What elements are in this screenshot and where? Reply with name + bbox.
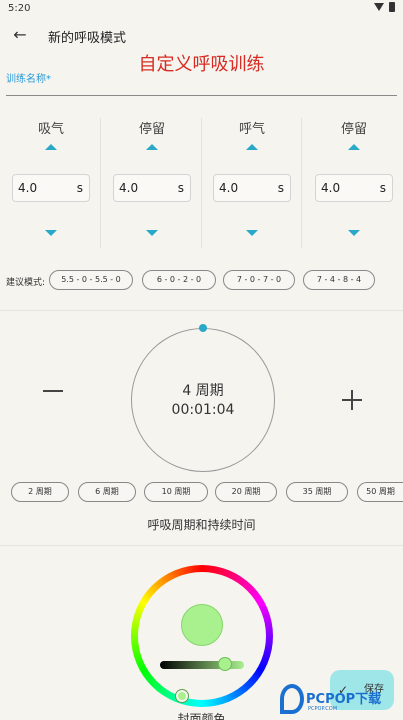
status-icons [374, 2, 395, 12]
phase-value: 4.0 [119, 181, 139, 195]
decrease-arrow-icon[interactable] [348, 230, 360, 236]
phase-label: 吸气 [37, 122, 64, 137]
watermark-brand: PCPOP下载 [306, 692, 382, 707]
watermark-sub: PCPOP.COM [308, 706, 338, 712]
divider [201, 118, 202, 248]
overlay-title: 自定义呼吸训练 [138, 54, 265, 75]
decrease-arrow-icon[interactable] [246, 230, 258, 236]
page-title: 新的呼吸模式 [48, 31, 127, 46]
suggested-mode-button[interactable]: 7 - 0 - 7 - 0 [223, 270, 295, 290]
phase-value: 4.0 [321, 181, 341, 195]
phase-hold-in: 停留 4.0 s [107, 114, 197, 254]
phase-duration-input[interactable]: 4.0 s [315, 174, 393, 202]
cycle-preset-button[interactable]: 6 周期 [78, 482, 136, 502]
total-duration: 00:01:04 [171, 402, 235, 418]
color-wheel-thumb[interactable] [176, 690, 188, 702]
minus-icon[interactable] [43, 390, 63, 392]
decrease-arrow-icon[interactable] [146, 230, 158, 236]
cycle-preset-button[interactable]: 20 周期 [215, 482, 277, 502]
cycle-preset-button[interactable]: 2 周期 [11, 482, 69, 502]
phase-label: 呼气 [238, 122, 265, 137]
phase-label: 停留 [340, 122, 367, 137]
phase-hold-out: 停留 4.0 s [309, 114, 399, 254]
phase-unit: s [76, 181, 83, 195]
wifi-icon [374, 3, 384, 11]
battery-icon [389, 2, 395, 12]
suggested-mode-button[interactable]: 6 - 0 - 2 - 0 [142, 270, 216, 290]
phase-value: 4.0 [18, 181, 38, 195]
suggested-mode-button[interactable]: 5.5 - 0 - 5.5 - 0 [49, 270, 133, 290]
phase-value: 4.0 [219, 181, 239, 195]
phase-unit: s [177, 181, 184, 195]
training-name-input[interactable] [6, 95, 397, 96]
phase-inhale: 吸气 4.0 s [6, 114, 96, 254]
cycle-preset-button[interactable]: 50 周期 [357, 482, 403, 502]
phase-duration-input[interactable]: 4.0 s [113, 174, 191, 202]
divider [100, 118, 101, 248]
phase-unit: s [277, 181, 284, 195]
app-bar: ← 新的呼吸模式 [0, 18, 403, 54]
status-bar: 5:20 [0, 0, 403, 18]
dial-handle[interactable] [199, 324, 207, 332]
decrease-arrow-icon[interactable] [45, 230, 57, 236]
section-divider [0, 545, 403, 546]
phase-unit: s [379, 181, 386, 195]
back-arrow-icon[interactable]: ← [10, 25, 30, 45]
watermark: PCPOP下载 PCPOP.COM [278, 684, 402, 716]
brightness-slider-thumb[interactable] [218, 657, 232, 671]
phase-duration-input[interactable]: 4.0 s [213, 174, 291, 202]
training-name-label: 训练名称* [6, 74, 51, 85]
cycle-preset-button[interactable]: 10 周期 [144, 482, 208, 502]
cycle-dial[interactable] [131, 328, 275, 472]
phase-label: 停留 [138, 122, 165, 137]
phase-exhale: 呼气 4.0 s [207, 114, 297, 254]
increase-arrow-icon[interactable] [246, 144, 258, 150]
phase-duration-input[interactable]: 4.0 s [12, 174, 90, 202]
section-divider [0, 310, 403, 311]
color-preview [181, 604, 223, 646]
increase-arrow-icon[interactable] [146, 144, 158, 150]
status-time: 5:20 [8, 3, 31, 14]
increase-arrow-icon[interactable] [45, 144, 57, 150]
suggested-modes-label: 建议模式: [6, 278, 46, 288]
suggested-mode-button[interactable]: 7 - 4 - 8 - 4 [303, 270, 375, 290]
cycle-preset-button[interactable]: 35 周期 [286, 482, 348, 502]
divider [301, 118, 302, 248]
cycle-count: 4 周期 [182, 383, 224, 399]
brand-logo-icon [280, 684, 304, 714]
cycle-section-caption: 呼吸周期和持续时间 [147, 518, 256, 532]
increase-arrow-icon[interactable] [348, 144, 360, 150]
plus-icon[interactable] [351, 390, 353, 410]
